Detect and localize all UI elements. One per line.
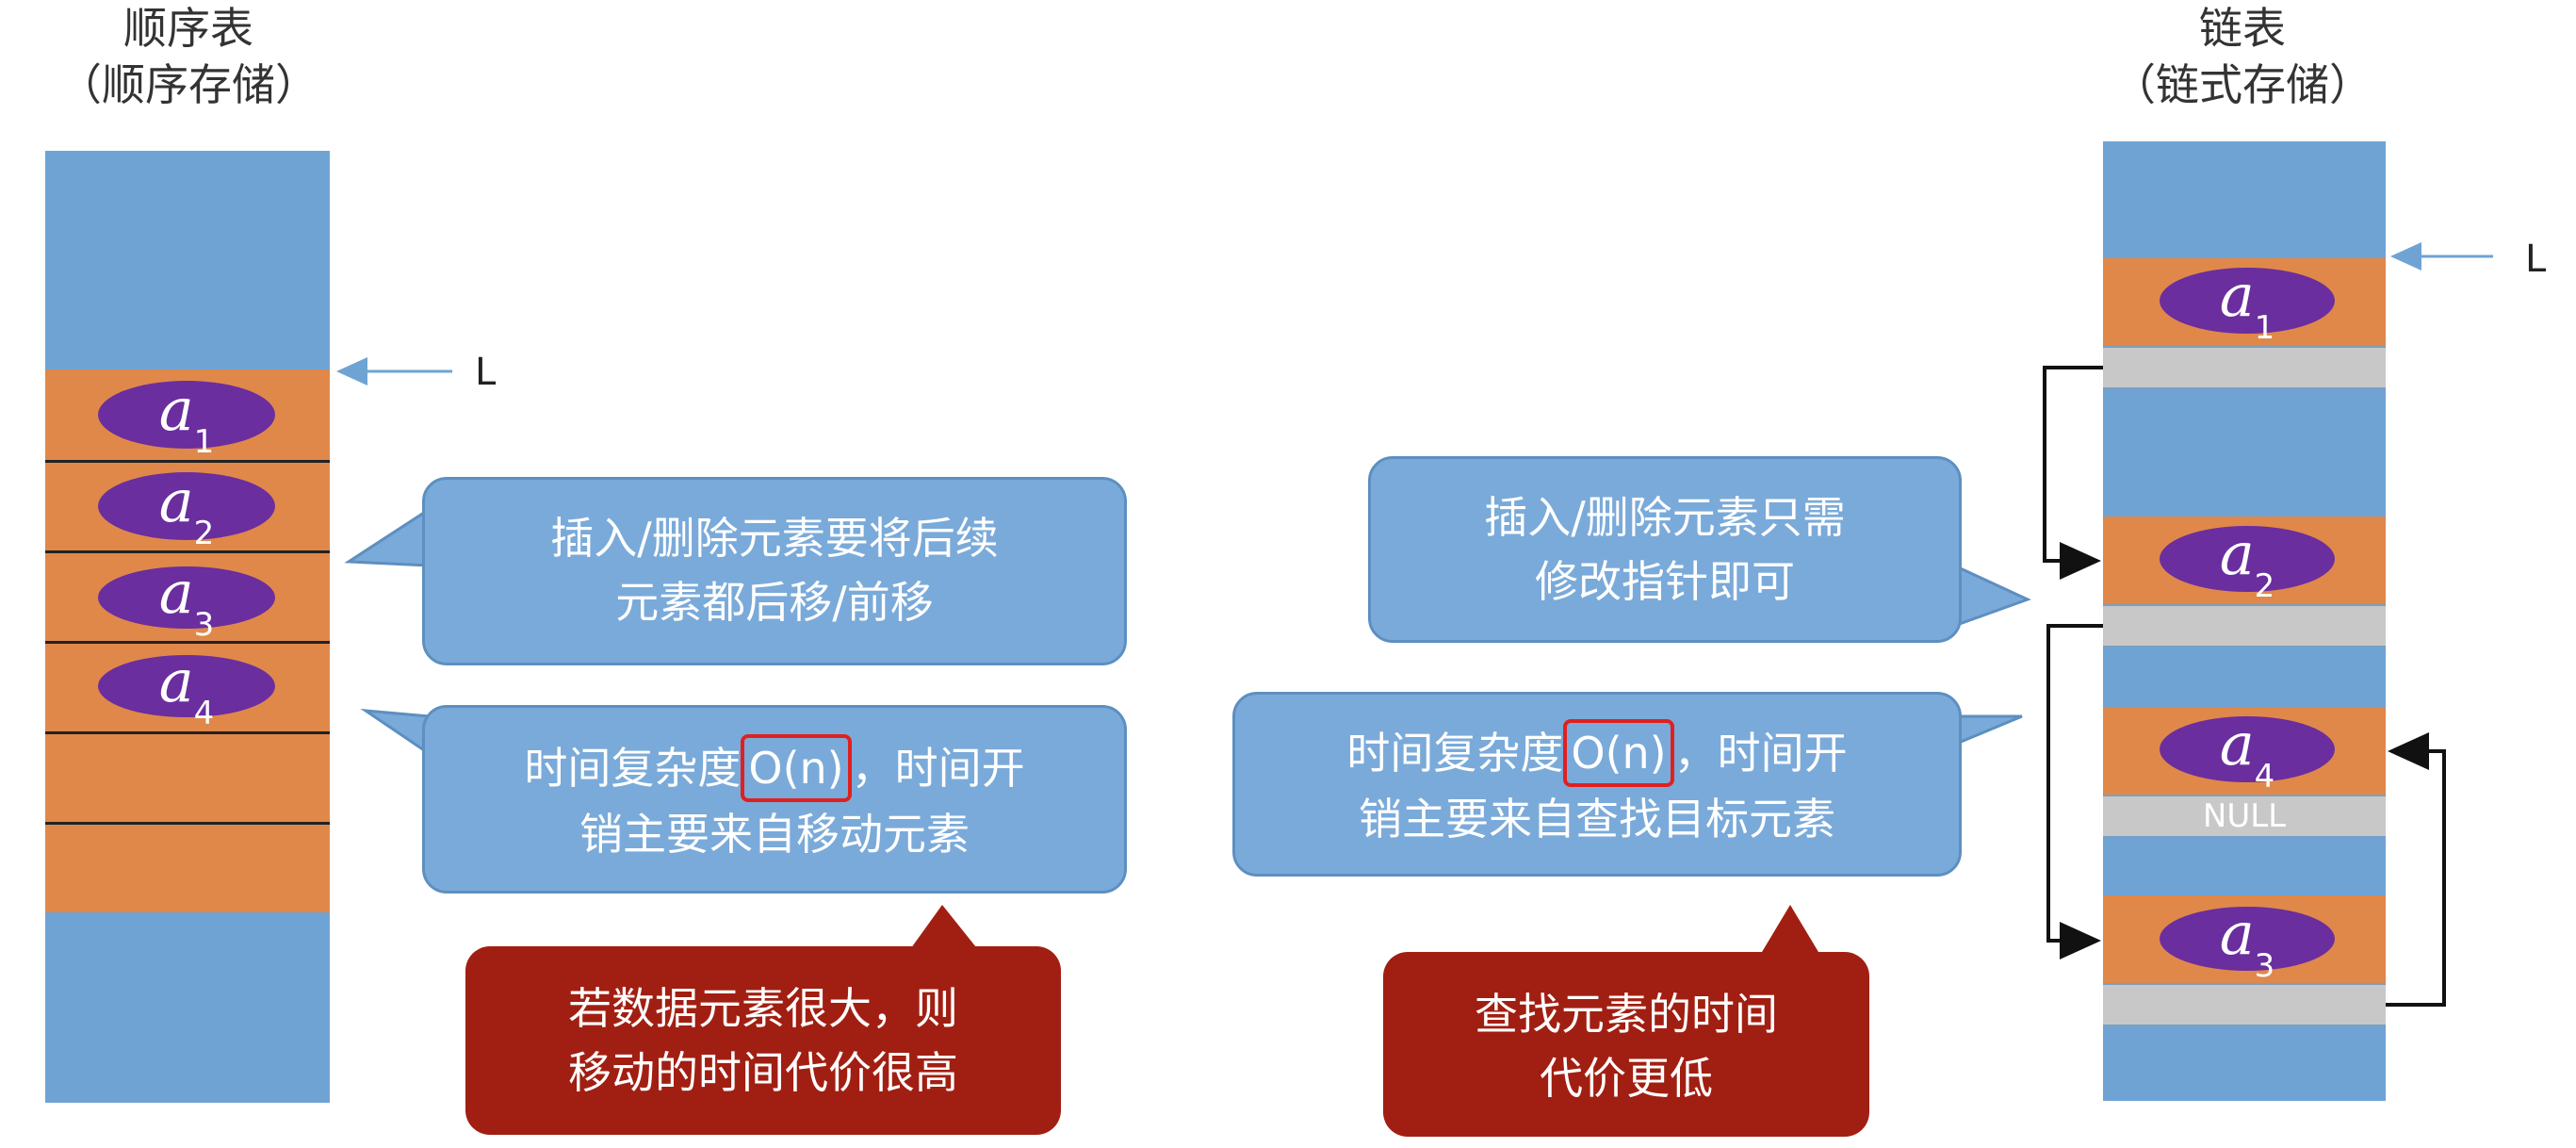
bubble-tail-seq-2 [360,708,432,757]
linked-complexity-mark: O(n) [1563,719,1674,787]
seq-bubble1-line2-highlight: 后移/前移 [745,577,934,628]
seq-bubble1-line2: 元素都后移/前移 [425,570,1124,634]
linked-bubble2-line1-pre: 时间复杂度 [1346,728,1564,779]
seq-bubble2-line2-highlight: 移动元素 [796,809,970,860]
linked-cost-note: 查找元素的时间 代价更低 [1383,952,1869,1137]
bubble-tail-linked-2 [1952,714,2023,747]
linked-complexity-bubble: 时间复杂度 O(n) ，时间开 销主要来自查找目标元素 [1232,692,1962,877]
link-a3-a4 [2386,732,2446,1007]
linked-note-line1: 查找元素的时间 [1475,989,1778,1040]
seq-bubble2-line1: 时间复杂度 O(n) ，时间开 [425,734,1124,802]
seq-bubble2-line1-post: ，时间开 [851,743,1025,794]
linked-bubble2-line1: 时间复杂度 O(n) ，时间开 [1235,719,1959,787]
linked-insert-delete-bubble: 插入/删除元素只需 修改指针即可 [1368,456,1962,643]
link-a1-a2 [2043,366,2103,580]
linked-bubble2-line2-highlight: 查找目标元素 [1575,794,1835,845]
connector-layer [336,242,2493,1007]
seq-cost-note: 若数据元素很大，则 移动的时间代价很高 [465,946,1061,1135]
seq-bubble1-line1: 插入/删除元素要将后续 [550,513,999,564]
seq-note-line1: 若数据元素很大，则 [568,983,958,1034]
seq-bubble2-line2-pre: 销主要来自 [579,809,796,860]
linked-bubble2-line2: 销主要来自查找目标元素 [1235,787,1959,851]
link-a2-a3 [2046,624,2103,959]
seq-bubble1-line2-pre: 元素都 [615,577,746,628]
seq-note-line2: 移动的时间代价很高 [568,1047,958,1098]
linked-head-pointer-label: L [2525,238,2547,281]
linked-bubble1-line2: 修改指针即可 [1535,556,1795,607]
bubble-tail-seq-1 [344,506,432,567]
seq-bubble2-line1-pre: 时间复杂度 [524,743,742,794]
seq-insert-delete-bubble: 插入/删除元素要将后续 元素都后移/前移 [422,477,1127,665]
seq-head-pointer-label: L [475,351,497,394]
linked-bubble2-line1-post: ，时间开 [1673,728,1848,779]
note-tail-linked [1762,905,1818,952]
seq-bubble2-line2: 销主要来自移动元素 [425,802,1124,866]
linked-bubble1-line1: 插入/删除元素只需 [1484,492,1846,543]
linked-note-line2: 代价更低 [1540,1053,1713,1104]
seq-complexity-bubble: 时间复杂度 O(n) ，时间开 销主要来自移动元素 [422,705,1127,894]
note-tail-seq [908,905,980,952]
bubble-tail-linked-1 [1952,563,2031,629]
linked-bubble2-line2-pre: 销主要来自 [1359,794,1575,845]
seq-complexity-mark: O(n) [741,734,852,802]
